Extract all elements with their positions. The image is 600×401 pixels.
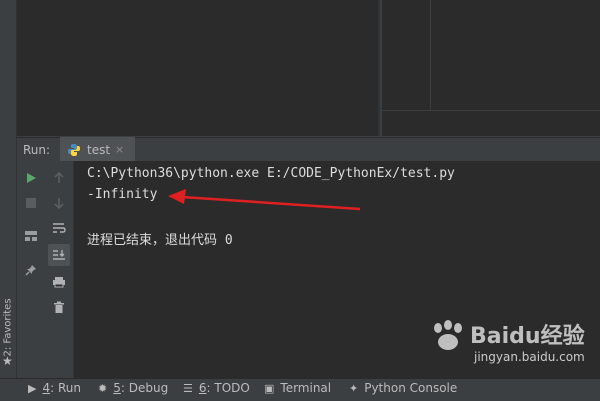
print-icon[interactable] bbox=[50, 273, 68, 291]
run-tab-number: 4 bbox=[42, 381, 51, 395]
star-icon: ★ bbox=[2, 354, 13, 368]
python-console-tab-label: Python Console bbox=[364, 381, 458, 395]
bottom-tab-python-console[interactable]: ✦ Python Console bbox=[349, 381, 457, 395]
run-label: Run: bbox=[23, 143, 51, 157]
bottom-tab-run[interactable]: ▶ 4: Run bbox=[28, 381, 81, 395]
terminal-tab-label: Terminal bbox=[280, 381, 332, 395]
right-pane bbox=[381, 0, 600, 136]
layout-icon[interactable] bbox=[22, 227, 40, 245]
watermark: Baidu经验 jingyan.baidu.com bbox=[422, 318, 592, 378]
up-arrow-icon[interactable] bbox=[50, 169, 68, 187]
watermark-logo: Baidu经验 bbox=[470, 324, 585, 349]
annotation-arrow bbox=[168, 189, 361, 211]
todo-tab-number: 6 bbox=[198, 381, 207, 395]
right-pane-hdivider bbox=[381, 110, 600, 111]
bottom-tab-debug[interactable]: ✹ 5: Debug bbox=[98, 381, 168, 395]
todo-tab-label: : TODO bbox=[206, 381, 250, 395]
editor-area[interactable] bbox=[17, 0, 380, 136]
console-line: 进程已结束，退出代码 0 bbox=[87, 233, 233, 248]
run-tab-label: test bbox=[87, 143, 111, 157]
paw-icon bbox=[434, 320, 462, 350]
python-icon bbox=[68, 144, 80, 156]
stop-icon[interactable] bbox=[22, 194, 40, 212]
python-icon: ✦ bbox=[349, 381, 359, 395]
console-line: C:\Python36\python.exe E:/CODE_PythonEx/… bbox=[87, 166, 455, 181]
run-tab-label: : Run bbox=[50, 381, 81, 395]
run-icon[interactable] bbox=[22, 169, 40, 187]
run-toolbar-secondary bbox=[45, 161, 74, 378]
right-pane-divider bbox=[430, 0, 431, 110]
debug-tab-label: : Debug bbox=[120, 381, 169, 395]
close-icon[interactable]: × bbox=[115, 143, 124, 156]
scroll-to-end-icon[interactable] bbox=[48, 244, 70, 266]
favorites-label: 2: Favorites bbox=[2, 298, 14, 357]
list-icon: ☰ bbox=[183, 381, 193, 395]
down-arrow-icon[interactable] bbox=[50, 194, 68, 212]
run-toolbar-primary bbox=[17, 161, 45, 378]
watermark-url: jingyan.baidu.com bbox=[474, 350, 585, 364]
bug-icon: ✹ bbox=[98, 381, 108, 395]
run-icon: ▶ bbox=[28, 381, 37, 395]
trash-icon[interactable] bbox=[50, 298, 68, 316]
pin-icon[interactable] bbox=[22, 261, 40, 279]
debug-tab-number: 5 bbox=[113, 381, 121, 395]
editor-divider bbox=[378, 0, 380, 136]
bottom-tab-todo[interactable]: ☰ 6: TODO bbox=[183, 381, 250, 395]
terminal-icon: ▣ bbox=[264, 381, 275, 395]
favorites-tool-button[interactable]: 2: Favorites ★ bbox=[0, 290, 16, 370]
soft-wrap-icon[interactable] bbox=[50, 219, 68, 237]
bottom-tab-terminal[interactable]: ▣ Terminal bbox=[264, 381, 331, 395]
console-line: -Infinity bbox=[87, 187, 158, 202]
